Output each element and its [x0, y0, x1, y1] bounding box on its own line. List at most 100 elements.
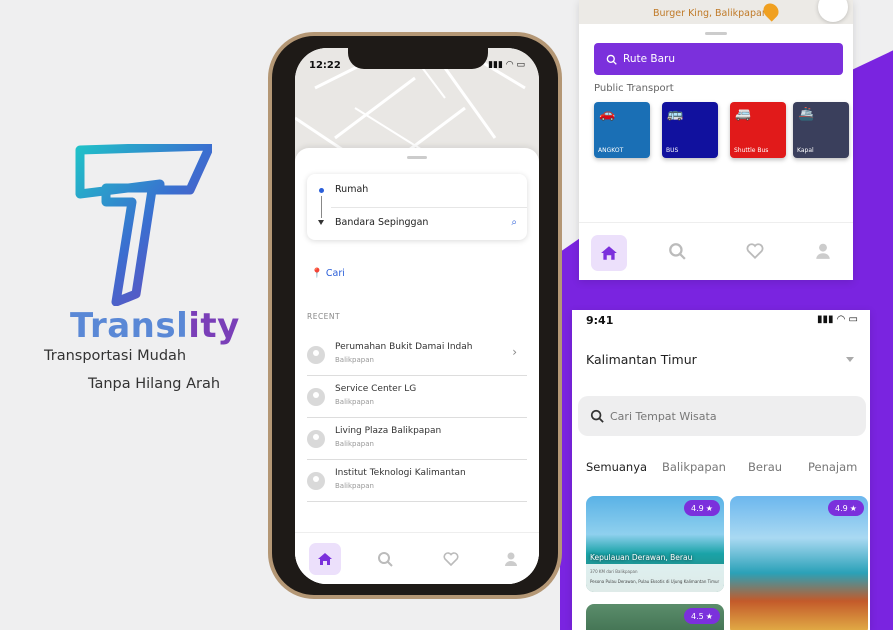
tourism-screen: 9:41 ▮▮▮ ◠ ▭ Kalimantan Timur Cari Tempa…	[572, 310, 870, 630]
origin-dot-icon	[319, 188, 324, 193]
tab-home[interactable]	[591, 235, 627, 271]
phone-screen: 12:22 ▮▮▮ ◠ ▭ Rumah Bandara Sepinggan ⌕ …	[295, 48, 539, 584]
pin-icon: 📍	[311, 268, 323, 279]
bus-icon: 🚌	[667, 107, 684, 122]
recent-subtitle: Balikpapan	[335, 398, 374, 406]
bottom-tab-bar	[579, 222, 853, 280]
recent-heading: RECENT	[307, 312, 341, 321]
recent-title: Service Center LG	[335, 384, 417, 394]
recent-title: Living Plaza Balikpapan	[335, 426, 442, 436]
bottom-tab-bar	[295, 532, 539, 584]
destination-input[interactable]: Bandara Sepinggan	[335, 217, 428, 228]
search-button[interactable]: 📍 Cari	[311, 268, 345, 279]
car-icon: 🚗	[599, 107, 616, 122]
search-icon	[590, 409, 604, 423]
star-icon: ★	[849, 503, 857, 513]
recent-item[interactable]: Service Center LG Balikpapan	[307, 378, 527, 418]
destination-arrow-icon	[318, 220, 324, 225]
place-card[interactable]: 4.9 ★	[730, 496, 868, 630]
tab-penajam[interactable]: Penajam	[808, 460, 857, 474]
location-icon	[307, 388, 325, 406]
transport-sheet: Rute Baru Public Transport 🚗 ANGKOT 🚌 BU…	[579, 24, 853, 280]
recent-item[interactable]: Living Plaza Balikpapan Balikpapan	[307, 420, 527, 460]
rating-badge: 4.9 ★	[828, 500, 864, 516]
heart-icon	[746, 243, 764, 259]
region-select[interactable]: Kalimantan Timur	[586, 352, 697, 367]
ship-icon: 🚢	[798, 107, 815, 122]
recent-subtitle: Balikpapan	[335, 482, 374, 490]
status-time: 9:41	[586, 314, 614, 327]
status-icons: ▮▮▮ ◠ ▭	[488, 60, 525, 70]
mode-bus[interactable]: 🚌 BUS	[662, 102, 718, 158]
tab-favorites[interactable]	[739, 235, 771, 267]
route-divider	[331, 207, 527, 208]
route-line	[321, 196, 322, 218]
recent-title: Perumahan Bukit Damai Indah	[335, 342, 473, 352]
tab-search[interactable]	[369, 543, 401, 575]
status-time: 12:22	[309, 60, 341, 71]
mode-ship[interactable]: 🚢 Kapal	[793, 102, 849, 158]
section-title: Public Transport	[594, 83, 674, 94]
mode-shuttle[interactable]: 🚐 Shuttle Bus	[730, 102, 786, 158]
tab-search[interactable]	[661, 235, 693, 267]
chevron-down-icon[interactable]	[846, 357, 854, 362]
tagline-1: Transportasi Mudah	[44, 348, 187, 364]
sheet-handle[interactable]	[705, 32, 727, 35]
user-icon	[816, 243, 830, 259]
location-icon	[307, 430, 325, 448]
star-icon: ★	[705, 503, 713, 513]
recent-subtitle: Balikpapan	[335, 356, 374, 364]
place-desc: Pesona Pulau Derawan, Pulau Eksotis di U…	[590, 579, 720, 584]
route-sheet: Rumah Bandara Sepinggan ⌕ 📍 Cari RECENT …	[295, 148, 539, 584]
tab-favorites[interactable]	[435, 543, 467, 575]
tab-profile[interactable]	[807, 235, 839, 267]
status-icons: ▮▮▮ ◠ ▭	[816, 314, 858, 325]
location-icon	[307, 346, 325, 364]
recent-title: Institut Teknologi Kalimantan	[335, 468, 466, 478]
search-placeholder: Cari Tempat Wisata	[610, 409, 717, 423]
tab-profile[interactable]	[495, 543, 527, 575]
mode-label: Kapal	[797, 147, 814, 154]
tagline-2: Tanpa Hilang Arah	[88, 376, 221, 392]
tab-balikpapan[interactable]: Balikpapan	[662, 460, 726, 474]
star-icon: ★	[705, 611, 713, 621]
recent-item[interactable]: Perumahan Bukit Damai Indah Balikpapan ›	[307, 336, 527, 376]
route-card: Rumah Bandara Sepinggan ⌕	[307, 174, 527, 240]
mode-label: ANGKOT	[598, 147, 624, 154]
search-icon	[606, 54, 617, 65]
recent-subtitle: Balikpapan	[335, 440, 374, 448]
phone-notch	[348, 45, 488, 69]
search-icon[interactable]: ⌕	[511, 217, 517, 228]
place-card[interactable]: 4.9 ★ Kepulauan Derawan, Berau 370 KM dar…	[586, 496, 724, 592]
heart-icon	[443, 552, 459, 566]
mode-label: Shuttle Bus	[734, 147, 769, 154]
transport-screen: Burger King, Balikpapan Rute Baru Public…	[579, 0, 853, 280]
user-icon	[505, 552, 517, 566]
brand-name: Translity	[70, 306, 240, 346]
translity-logo	[75, 144, 212, 306]
search-icon	[669, 243, 686, 260]
search-input[interactable]: Cari Tempat Wisata	[578, 396, 866, 436]
tab-home[interactable]	[309, 543, 341, 575]
home-icon	[318, 553, 332, 565]
new-route-label: Rute Baru	[623, 53, 676, 65]
search-icon	[378, 552, 393, 567]
mode-label: BUS	[666, 147, 679, 154]
map-place-label: Burger King, Balikpapan	[653, 8, 768, 19]
recent-item[interactable]: Institut Teknologi Kalimantan Balikpapan	[307, 462, 527, 502]
location-icon	[307, 472, 325, 490]
origin-input[interactable]: Rumah	[335, 184, 368, 195]
sheet-handle[interactable]	[407, 156, 427, 159]
rating-badge: 4.5 ★	[684, 608, 720, 624]
tab-berau[interactable]: Berau	[748, 460, 782, 474]
shuttle-icon: 🚐	[735, 107, 752, 122]
rating-badge: 4.9 ★	[684, 500, 720, 516]
tab-semuanya[interactable]: Semuanya	[586, 460, 647, 474]
home-icon	[601, 246, 617, 260]
new-route-button[interactable]: Rute Baru	[594, 43, 843, 75]
place-title: Kepulauan Derawan, Berau	[590, 553, 693, 562]
place-meta: 370 KM dari Balikpapan	[590, 569, 638, 574]
chevron-right-icon: ›	[512, 345, 517, 359]
mode-angkot[interactable]: 🚗 ANGKOT	[594, 102, 650, 158]
place-card[interactable]: 4.5 ★	[586, 604, 724, 630]
